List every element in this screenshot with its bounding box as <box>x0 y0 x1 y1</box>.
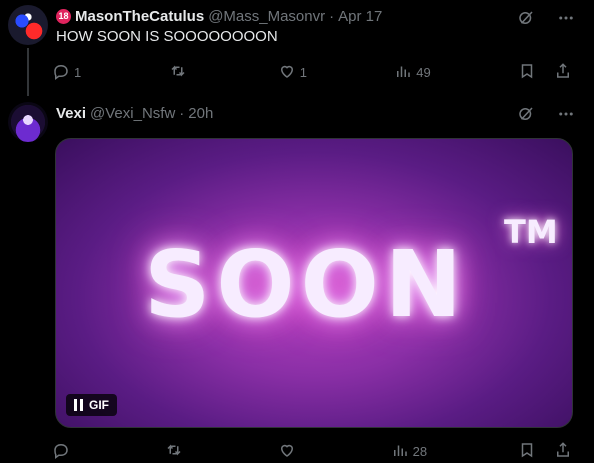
views-icon <box>394 62 412 83</box>
thread-line <box>27 48 29 96</box>
separator: · <box>329 7 335 25</box>
gif-media[interactable]: SOON TM GIF <box>55 138 573 428</box>
more-icon[interactable] <box>556 104 576 124</box>
display-name[interactable]: MasonTheCatulus <box>75 8 204 25</box>
timestamp[interactable]: 20h <box>188 105 213 122</box>
pause-icon[interactable] <box>74 399 83 411</box>
tweet-right-actions <box>518 441 572 462</box>
share-button[interactable] <box>554 441 572 462</box>
tweet[interactable]: Vexi @Vexi_Nsfw · 20h SOON TM GIF 28 <box>0 96 594 462</box>
retweet-icon <box>169 62 187 83</box>
tweet-header: 18 MasonTheCatulus @Mass_Masonvr · Apr 1… <box>56 6 382 26</box>
views-icon <box>391 441 409 462</box>
tweet-actions: 1 1 49 <box>52 60 572 84</box>
views-count: 49 <box>416 64 431 80</box>
share-button[interactable] <box>554 62 572 83</box>
bookmark-button[interactable] <box>518 62 536 83</box>
tweet-top-actions <box>516 104 576 124</box>
reply-icon <box>52 62 70 83</box>
grok-icon[interactable] <box>516 8 536 28</box>
bookmark-button[interactable] <box>518 441 536 462</box>
like-icon <box>278 441 296 462</box>
gif-main-text: SOON <box>144 230 468 338</box>
views-button[interactable]: 28 <box>391 441 427 462</box>
tweet-top-actions <box>516 8 576 28</box>
tweet-actions: 28 <box>52 439 572 463</box>
views-button[interactable]: 49 <box>394 62 431 83</box>
retweet-button[interactable] <box>169 62 191 83</box>
tweet-right-actions <box>518 62 572 83</box>
like-icon <box>278 62 296 83</box>
views-count: 28 <box>412 443 428 459</box>
bookmark-icon <box>518 441 536 462</box>
like-count: 1 <box>299 64 307 80</box>
reply-button[interactable] <box>52 441 74 462</box>
reply-icon <box>52 441 70 462</box>
like-button[interactable] <box>278 441 300 462</box>
separator: · <box>179 104 185 122</box>
tweet[interactable]: 18 MasonTheCatulus @Mass_Masonvr · Apr 1… <box>0 0 594 96</box>
reply-button[interactable]: 1 <box>52 62 81 83</box>
grok-icon[interactable] <box>516 104 536 124</box>
tweet-header: Vexi @Vexi_Nsfw · 20h <box>56 103 213 123</box>
gif-controls[interactable]: GIF <box>66 394 117 416</box>
tweet-text: HOW SOON IS SOOOOOOOON <box>56 28 278 45</box>
reply-count: 1 <box>74 64 82 80</box>
retweet-button[interactable] <box>165 441 187 462</box>
bookmark-icon <box>518 62 536 83</box>
share-icon <box>554 62 572 83</box>
like-button[interactable]: 1 <box>278 62 307 83</box>
share-icon <box>554 441 572 462</box>
gif-label: GIF <box>89 398 109 412</box>
timestamp[interactable]: Apr 17 <box>338 8 382 25</box>
avatar[interactable] <box>8 102 48 142</box>
gif-tm-text: TM <box>504 213 558 251</box>
display-name[interactable]: Vexi <box>56 105 86 122</box>
retweet-icon <box>165 441 183 462</box>
more-icon[interactable] <box>556 8 576 28</box>
handle[interactable]: @Vexi_Nsfw <box>90 105 175 122</box>
avatar[interactable] <box>8 5 48 45</box>
handle[interactable]: @Mass_Masonvr <box>208 8 325 25</box>
age-badge-icon: 18 <box>56 8 71 24</box>
